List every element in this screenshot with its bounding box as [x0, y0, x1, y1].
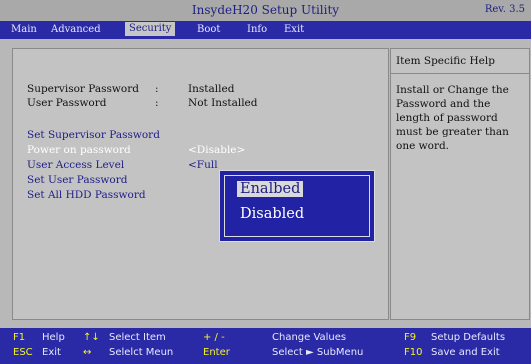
supervisor-password-separator: :	[155, 83, 159, 95]
footer-key-f10: F10	[404, 347, 423, 358]
footer-key-f9: F9	[404, 332, 417, 343]
power-on-password-item[interactable]: Power on password	[27, 144, 131, 156]
menu-security[interactable]: Security	[125, 22, 176, 36]
user-password-separator: :	[155, 97, 159, 109]
supervisor-password-status: Installed	[188, 83, 235, 95]
help-panel: Item Specific Help Install or Change the…	[390, 48, 530, 320]
help-text: Install or Change the Password and the l…	[396, 84, 509, 152]
footer-key-updown: ↑↓	[83, 332, 100, 343]
footer-key-leftright: ↔	[83, 347, 92, 358]
help-header: Item Specific Help	[391, 49, 529, 74]
revision-label: Rev. 3.5	[484, 4, 525, 15]
user-password-label: User Password	[27, 97, 107, 109]
footer-label-save-exit: Save and Exit	[431, 347, 500, 358]
menu-main[interactable]: Main	[11, 24, 37, 35]
footer-label-setup-defaults: Setup Defaults	[431, 332, 506, 343]
help-title: Item Specific Help	[396, 55, 495, 67]
footer-key-enter: Enter	[203, 347, 230, 358]
user-access-level-item[interactable]: User Access Level	[27, 159, 124, 171]
menu-bar: Main Advanced Security Boot Info Exit	[0, 21, 531, 39]
menu-advanced[interactable]: Advanced	[51, 24, 101, 35]
footer-key-f1: F1	[13, 332, 26, 343]
footer-label-change-values: Change Values	[272, 332, 347, 343]
footer-label-select-menu: Selelct Meun	[109, 347, 174, 358]
key-legend-footer: F1 Help ESC Exit ↑↓ Select Item ↔ Selelc…	[0, 328, 531, 364]
power-on-password-value[interactable]: <Disable>	[188, 144, 245, 156]
set-supervisor-password-item[interactable]: Set Supervisor Password	[27, 129, 160, 141]
footer-label-help: Help	[42, 332, 65, 343]
option-popup-frame: Enalbed Disabled	[224, 175, 370, 237]
option-disabled[interactable]: Disabled	[237, 206, 307, 222]
user-password-status: Not Installed	[188, 97, 258, 109]
option-enabled[interactable]: Enalbed	[237, 181, 304, 197]
set-all-hdd-password-item[interactable]: Set All HDD Password	[27, 189, 146, 201]
menu-exit[interactable]: Exit	[284, 24, 304, 35]
window-title: InsydeH20 Setup Utility	[191, 3, 340, 17]
set-user-password-item[interactable]: Set User Password	[27, 174, 127, 186]
footer-label-select-item: Select Item	[109, 332, 166, 343]
user-access-level-value[interactable]: <Full	[188, 159, 218, 171]
footer-key-plus-minus: + / -	[203, 332, 225, 343]
footer-label-submenu: Select ► SubMenu	[272, 347, 364, 358]
supervisor-password-label: Supervisor Password	[27, 83, 139, 95]
menu-boot[interactable]: Boot	[197, 24, 220, 35]
menu-info[interactable]: Info	[247, 24, 267, 35]
footer-label-exit: Exit	[42, 347, 61, 358]
title-bar: InsydeH20 Setup Utility Rev. 3.5	[0, 0, 531, 21]
option-popup: Enalbed Disabled	[219, 170, 375, 242]
footer-key-esc: ESC	[13, 347, 33, 358]
